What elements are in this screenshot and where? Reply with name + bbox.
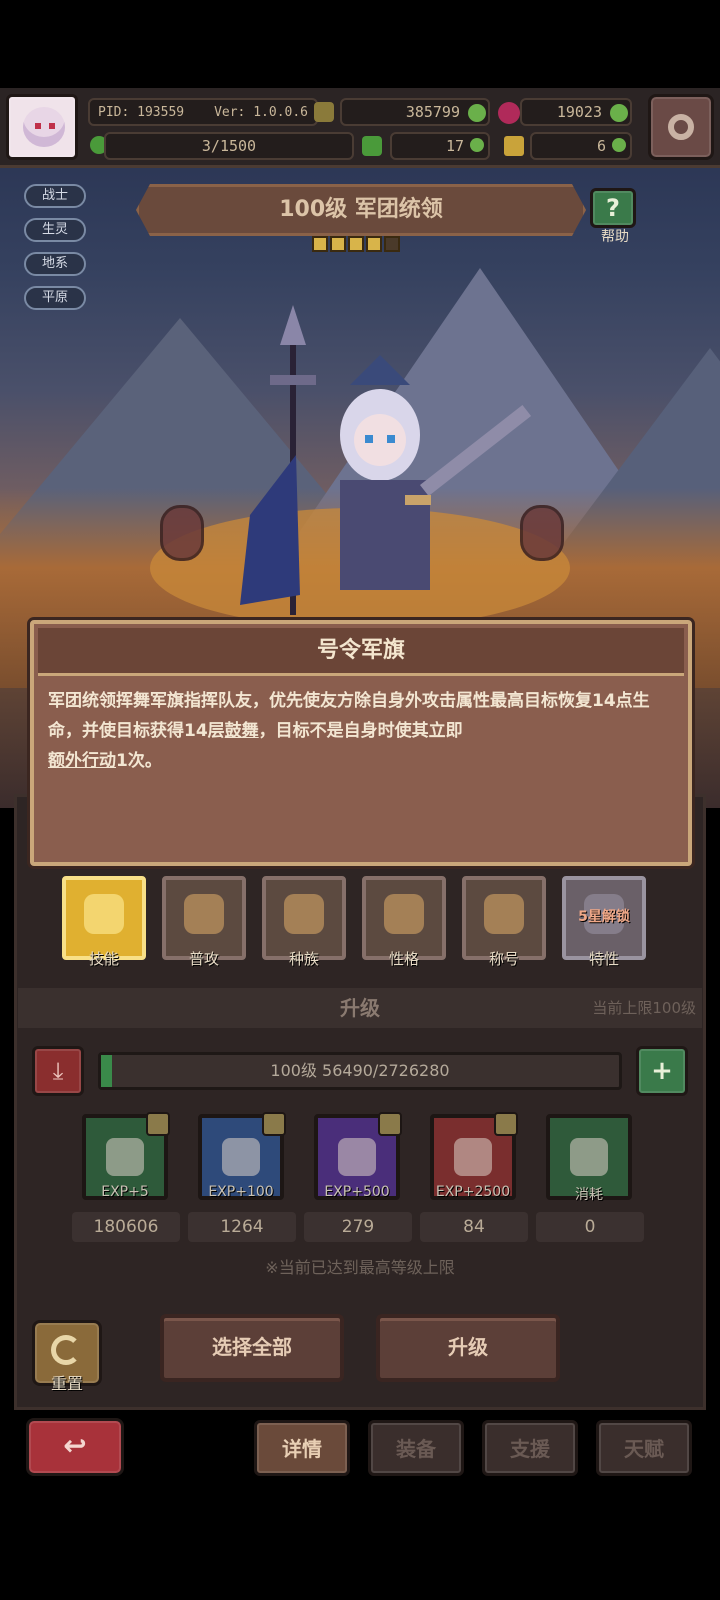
nav-support[interactable]: 支援: [482, 1420, 578, 1476]
category-label-5: 特性: [588, 950, 619, 968]
coin-add-icon[interactable]: [468, 104, 486, 122]
horseshoe-icon: [284, 894, 324, 934]
exp-item-count: 0: [536, 1212, 644, 1242]
reset-icon: [51, 1335, 81, 1365]
hero-sprite: [230, 305, 560, 625]
reset-label: 重置: [50, 1374, 83, 1393]
version-text: Ver: 1.0.0.6: [214, 104, 308, 120]
exp-item-label: EXP+100: [208, 1184, 274, 1200]
level-up-button[interactable]: +: [636, 1046, 688, 1096]
select-badge-icon: [494, 1112, 518, 1136]
pid-box: PID: 193559 Ver: 1.0.0.6: [88, 98, 318, 126]
heart-shield-icon: [84, 894, 124, 934]
select-all-button[interactable]: 选择全部: [160, 1314, 344, 1382]
nav-talent[interactable]: 天赋: [596, 1420, 692, 1476]
tag-type: 生灵: [24, 218, 86, 242]
exp-bar: 3/1500: [104, 132, 354, 160]
status-bar: [0, 0, 720, 88]
exp-item-count: 1264: [188, 1212, 296, 1242]
star-filled-icon: [366, 236, 382, 252]
star-rating: [312, 236, 412, 256]
coin-value: 385799: [405, 103, 460, 121]
level-progress-bar: 100级 56490/2726280: [98, 1052, 622, 1090]
skill-dialog: 号令军旗 军团统领挥舞军旗指挥队友，优先使友方除自身外攻击属性最高目标恢复14点…: [30, 620, 692, 866]
tag-class: 战士: [24, 184, 86, 208]
exp-item-label: EXP+5: [101, 1184, 149, 1200]
gem-add-icon[interactable]: [610, 104, 628, 122]
level-cap-text: 当前上限100级: [592, 999, 696, 1017]
boot-value: 6: [596, 137, 606, 155]
hero-title: 100级 军团统领: [279, 197, 443, 222]
star-filled-icon: [312, 236, 328, 252]
exp-progress-text: 3/1500: [201, 137, 257, 155]
star-filled-icon: [348, 236, 364, 252]
nav-equipment[interactable]: 装备: [368, 1420, 464, 1476]
clover-value: 17: [445, 137, 464, 155]
help-button[interactable]: ?: [590, 188, 636, 228]
boot-add-icon[interactable]: [612, 138, 626, 152]
keyword-extra-action-link[interactable]: 额外行动: [48, 751, 116, 771]
keyword-inspire-link[interactable]: 鼓舞: [225, 721, 259, 741]
exp-item-count: 180606: [72, 1212, 180, 1242]
version-badge-icon: [314, 102, 334, 122]
skill-text-part3: 1次。: [116, 751, 162, 771]
settings-button[interactable]: [648, 94, 714, 160]
tag-element: 地系: [24, 252, 86, 276]
upgrade-header: 升级 当前上限100级: [18, 988, 702, 1028]
exp-item-count: 84: [420, 1212, 528, 1242]
star-filled-icon: [330, 236, 346, 252]
clover-currency-icon: [362, 136, 382, 156]
nav-details[interactable]: 详情: [254, 1420, 350, 1476]
category-label-0: 技能: [88, 950, 119, 968]
max-level-notice: ※当前已达到最高等级上限: [265, 1258, 455, 1277]
potion-icon: [222, 1138, 260, 1176]
paw-coin-icon: [570, 1138, 608, 1176]
hero-title-banner: 100级 军团统领: [136, 184, 586, 236]
persona-icon: [384, 894, 424, 934]
exp-item-label: 消耗: [575, 1187, 603, 1203]
category-label-1: 普攻: [188, 950, 219, 968]
gear-icon: [668, 114, 694, 140]
tag-terrain: 平原: [24, 286, 86, 310]
heart-token-right: [520, 505, 564, 561]
exp-item-count: 279: [304, 1212, 412, 1242]
skill-description: 军团统领挥舞军旗指挥队友，优先使友方除自身外攻击属性最高目标恢复14点生命，并使…: [48, 686, 678, 776]
category-label-3: 性格: [388, 950, 419, 968]
level-progress-text: 100级 56490/2726280: [270, 1061, 450, 1080]
pid-text: PID: 193559: [98, 104, 185, 120]
clover-add-icon[interactable]: [470, 138, 484, 152]
boot-icon: [504, 136, 524, 156]
gem-value: 19023: [556, 103, 602, 121]
lock-text: 5星解锁: [578, 909, 630, 925]
back-button[interactable]: ↩: [26, 1418, 124, 1476]
category-label-2: 种族: [288, 950, 319, 968]
skill-text-part2: ，目标不是自身时使其立即: [258, 721, 463, 741]
top-bar: PID: 193559 Ver: 1.0.0.6 385799 19023 3/…: [0, 88, 720, 168]
star-empty-icon: [384, 236, 400, 252]
wood-block-icon: [454, 1138, 492, 1176]
select-badge-icon: [378, 1112, 402, 1136]
avatar[interactable]: [6, 94, 78, 160]
upgrade-button[interactable]: 升级: [376, 1314, 560, 1382]
exp-item-label: EXP+2500: [435, 1184, 511, 1200]
gem-icon: [498, 102, 520, 124]
select-badge-icon: [262, 1112, 286, 1136]
category-label-4: 称号: [488, 950, 519, 968]
crystal-icon: [106, 1138, 144, 1176]
select-badge-icon: [146, 1112, 170, 1136]
exp-item-label: EXP+500: [324, 1184, 390, 1200]
help-label: 帮助: [601, 229, 629, 245]
blue-crystal-icon: [338, 1138, 376, 1176]
level-down-button[interactable]: ⤓: [32, 1046, 84, 1096]
skill-dialog-title: 号令军旗: [38, 628, 684, 676]
title-icon: [484, 894, 524, 934]
sword-icon: [184, 894, 224, 934]
heart-token-left: [160, 505, 204, 561]
